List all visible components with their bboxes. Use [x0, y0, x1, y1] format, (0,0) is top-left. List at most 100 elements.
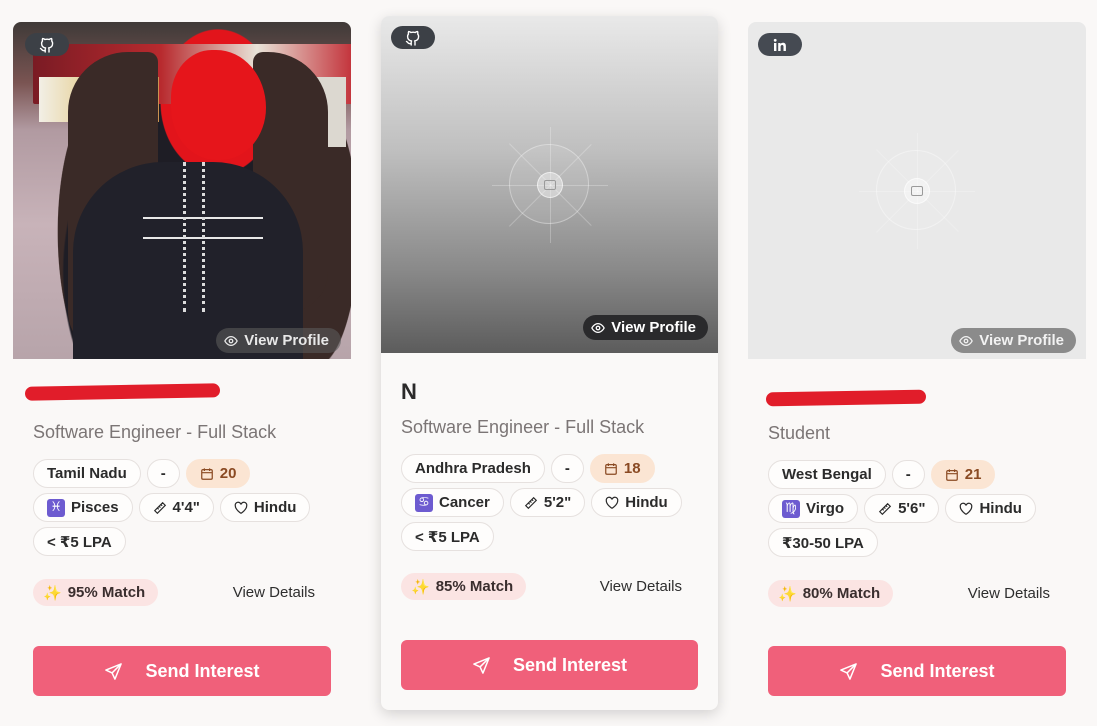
age-label: 20: [219, 465, 237, 482]
calendar-icon: [605, 462, 617, 475]
image-placeholder-icon: [492, 127, 608, 243]
religion-tag: Hindu: [591, 488, 682, 517]
profile-card: View Profile Software Engineer - Full St…: [13, 22, 351, 712]
religion-label: Hindu: [979, 500, 1022, 517]
name-redaction: [765, 389, 927, 407]
religion-label: Hindu: [625, 494, 668, 511]
zodiac-icon: ♍: [782, 499, 800, 518]
profile-photo-placeholder[interactable]: View Profile: [748, 22, 1086, 359]
ruler-icon: [524, 496, 537, 509]
zodiac-icon: ♋: [415, 493, 433, 512]
sparkles-icon: ✨: [411, 578, 430, 596]
dash-tag: -: [891, 460, 925, 489]
view-profile-button[interactable]: View Profile: [583, 315, 708, 340]
zodiac-tag: ♋ Cancer: [401, 488, 504, 517]
face-redaction: [171, 50, 266, 160]
match-badge: ✨ 95% Match: [33, 579, 159, 606]
view-profile-label: View Profile: [244, 332, 329, 349]
zodiac-label: Virgo: [806, 500, 845, 517]
zodiac-label: Pisces: [71, 499, 119, 516]
location-label: West Bengal: [782, 466, 872, 483]
location-tag: Tamil Nadu: [33, 459, 141, 488]
linkedin-icon: [773, 38, 786, 51]
heart-icon: [960, 502, 973, 515]
sparkles-icon: ✨: [43, 584, 62, 602]
dash-label: -: [905, 466, 911, 483]
view-profile-button[interactable]: View Profile: [216, 328, 341, 353]
profile-photo-placeholder[interactable]: View Profile: [381, 16, 718, 353]
view-details-link[interactable]: View Details: [600, 578, 698, 595]
match-row: ✨ 85% Match View Details: [401, 573, 698, 600]
dash-tag: -: [550, 454, 584, 483]
github-icon: [405, 30, 420, 46]
sparkles-icon: ✨: [778, 585, 797, 603]
location-label: Tamil Nadu: [47, 465, 127, 482]
match-label: 80% Match: [802, 585, 881, 602]
zodiac-icon: ♓: [47, 498, 65, 517]
send-interest-label: Send Interest: [145, 660, 260, 681]
profile-name: N: [401, 379, 417, 404]
eye-icon: [959, 335, 974, 346]
name-redaction: [24, 383, 221, 401]
age-tag: 18: [589, 454, 655, 483]
profile-card: View Profile N Software Engineer - Full …: [381, 16, 718, 710]
send-icon: [840, 662, 858, 680]
religion-tag: Hindu: [945, 494, 1036, 523]
location-tag: West Bengal: [768, 460, 886, 489]
send-icon: [105, 662, 123, 680]
match-badge: ✨ 80% Match: [768, 580, 894, 607]
age-tag: 21: [930, 460, 996, 489]
profile-role: Software Engineer - Full Stack: [33, 422, 277, 442]
calendar-icon: [945, 468, 958, 481]
send-interest-label: Send Interest: [512, 654, 628, 675]
income-label: ₹30-50 LPA: [782, 534, 864, 552]
religion-label: Hindu: [253, 499, 297, 516]
send-interest-button[interactable]: Send Interest: [33, 646, 331, 696]
zodiac-tag: ♓ Pisces: [33, 493, 133, 522]
height-tag: 5'6": [864, 494, 940, 523]
age-label: 18: [623, 460, 641, 477]
height-label: 4'4": [172, 499, 200, 516]
eye-icon: [224, 335, 239, 346]
tag-list: Tamil Nadu - 20 ♓ Pisces 4'4" Hindu < ₹5…: [33, 459, 331, 556]
view-details-link[interactable]: View Details: [233, 584, 331, 601]
heart-icon: [605, 496, 619, 509]
view-profile-label: View Profile: [979, 332, 1064, 349]
religion-tag: Hindu: [219, 493, 311, 522]
age-tag: 20: [185, 459, 251, 488]
ruler-icon: [878, 502, 892, 515]
profile-role: Student: [768, 423, 831, 443]
source-badge: [758, 33, 802, 56]
zodiac-tag: ♍ Virgo: [768, 494, 859, 523]
profile-photo[interactable]: View Profile: [13, 22, 351, 359]
hoodie-strings: [183, 162, 205, 312]
calendar-icon: [200, 467, 213, 480]
eye-icon: [591, 322, 606, 333]
view-details-link[interactable]: View Details: [968, 585, 1066, 602]
source-badge: [391, 26, 435, 49]
send-interest-label: Send Interest: [880, 660, 995, 681]
income-tag: < ₹5 LPA: [33, 527, 126, 556]
view-profile-button[interactable]: View Profile: [951, 328, 1076, 353]
income-label: < ₹5 LPA: [415, 528, 480, 546]
height-tag: 5'2": [509, 488, 586, 517]
source-badge: [25, 33, 69, 56]
tag-list: Andhra Pradesh - 18 ♋ Cancer 5'2" Hindu …: [401, 454, 698, 551]
match-label: 95% Match: [67, 584, 146, 601]
view-profile-label: View Profile: [611, 319, 696, 336]
match-badge: ✨ 85% Match: [401, 573, 527, 600]
profile-role: Software Engineer - Full Stack: [401, 417, 645, 437]
income-tag: ₹30-50 LPA: [768, 528, 878, 557]
match-row: ✨ 80% Match View Details: [768, 580, 1066, 607]
image-icon: [911, 186, 923, 196]
tag-list: West Bengal - 21 ♍ Virgo 5'6" Hindu ₹30-…: [768, 460, 1066, 557]
height-label: 5'6": [898, 500, 926, 517]
send-icon: [473, 656, 490, 674]
profile-card: View Profile Student West Bengal - 21 ♍ …: [748, 22, 1086, 712]
income-tag: < ₹5 LPA: [401, 522, 494, 551]
income-label: < ₹5 LPA: [47, 533, 112, 551]
github-icon: [39, 37, 54, 53]
height-label: 5'2": [543, 494, 572, 511]
send-interest-button[interactable]: Send Interest: [401, 640, 698, 690]
send-interest-button[interactable]: Send Interest: [768, 646, 1066, 696]
